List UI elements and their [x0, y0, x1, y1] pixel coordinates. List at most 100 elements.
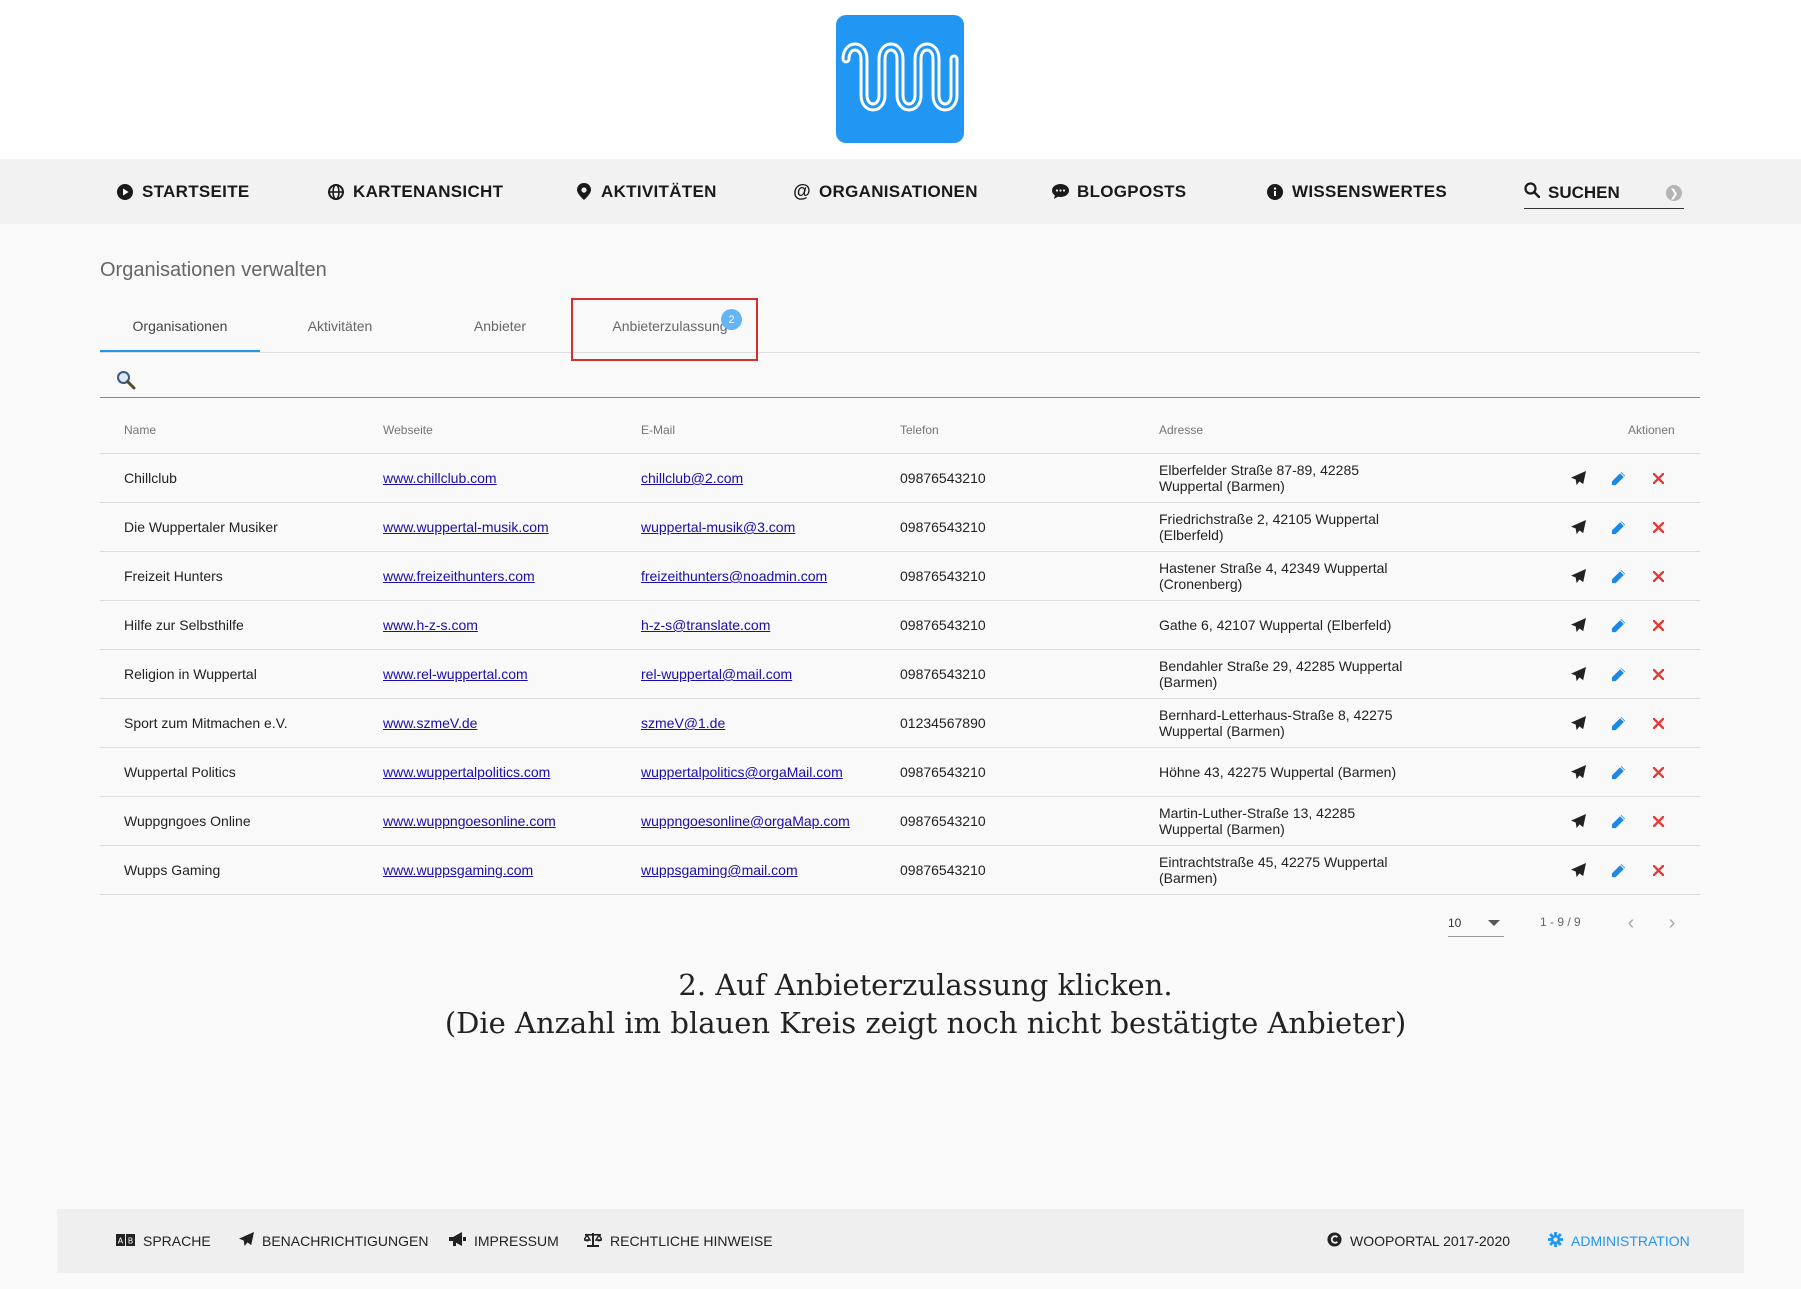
- org-address: Bendahler Straße 29, 42285 Wuppertal (Ba…: [1159, 658, 1403, 690]
- svg-text:B: B: [128, 1237, 134, 1246]
- send-message-icon[interactable]: [1569, 469, 1587, 487]
- org-email-link[interactable]: wuppertal-musik@3.com: [641, 519, 795, 535]
- page-size-value: 10: [1448, 916, 1462, 930]
- send-message-icon[interactable]: [1569, 665, 1587, 683]
- nav-startseite[interactable]: STARTSEITE: [116, 159, 250, 224]
- org-email-link[interactable]: wuppsgaming@mail.com: [641, 862, 798, 878]
- org-email-link[interactable]: rel-wuppertal@mail.com: [641, 666, 792, 682]
- footer-rechtliche-hinweise[interactable]: RECHTLICHE HINWEISE: [582, 1209, 773, 1273]
- nav-wissenswertes[interactable]: WISSENSWERTES: [1266, 159, 1447, 224]
- table-header: Name Webseite E-Mail Telefon Adresse Akt…: [100, 407, 1700, 454]
- footer-impressum[interactable]: IMPRESSUM: [449, 1209, 559, 1273]
- send-message-icon[interactable]: [1569, 763, 1587, 781]
- delete-close-icon[interactable]: [1649, 567, 1667, 585]
- edit-pencil-icon[interactable]: [1609, 518, 1627, 536]
- delete-close-icon[interactable]: [1649, 714, 1667, 732]
- send-message-icon[interactable]: [1569, 861, 1587, 879]
- copyright-icon: [1327, 1232, 1342, 1250]
- send-message-icon[interactable]: [1569, 567, 1587, 585]
- org-email-cell: chillclub@2.com: [641, 454, 743, 502]
- nav-search[interactable]: SUCHEN ❯: [1524, 177, 1684, 209]
- org-website-link[interactable]: www.wuppsgaming.com: [383, 862, 533, 878]
- search-label: SUCHEN: [1548, 182, 1620, 202]
- org-name: Religion in Wuppertal: [124, 666, 257, 682]
- org-email-link[interactable]: chillclub@2.com: [641, 470, 743, 486]
- edit-pencil-icon[interactable]: [1609, 714, 1627, 732]
- send-message-icon[interactable]: [1569, 812, 1587, 830]
- delete-close-icon[interactable]: [1649, 812, 1667, 830]
- footer-label: SPRACHE: [143, 1233, 211, 1249]
- org-email-cell: rel-wuppertal@mail.com: [641, 650, 792, 698]
- search-submit-icon[interactable]: ❯: [1666, 185, 1682, 201]
- footer-sprache[interactable]: AB SPRACHE: [116, 1209, 211, 1273]
- org-email-link[interactable]: szmeV@1.de: [641, 715, 725, 731]
- org-website-link[interactable]: www.rel-wuppertal.com: [383, 666, 528, 682]
- delete-close-icon[interactable]: [1649, 763, 1667, 781]
- delete-close-icon[interactable]: [1649, 665, 1667, 683]
- table-row: Wuppertal Politics www.wuppertalpolitics.…: [100, 748, 1700, 797]
- nav-organisationen[interactable]: @ ORGANISATIONEN: [793, 159, 978, 224]
- nav-blogposts[interactable]: BLOGPOSTS: [1051, 159, 1186, 224]
- edit-pencil-icon[interactable]: [1609, 763, 1627, 781]
- org-email-cell: wuppngoesonline@orgaMap.com: [641, 797, 850, 845]
- table-filter[interactable]: [100, 364, 1700, 398]
- delete-close-icon[interactable]: [1649, 616, 1667, 634]
- org-name: Wupps Gaming: [124, 862, 221, 878]
- page-size-select[interactable]: 10: [1448, 910, 1504, 937]
- org-email-link[interactable]: wuppertalpolitics@orgaMail.com: [641, 764, 843, 780]
- org-website-link[interactable]: www.wuppngoesonline.com: [383, 813, 556, 829]
- tab-aktivitaeten[interactable]: Aktivitäten: [260, 301, 420, 351]
- tab-organisationen[interactable]: Organisationen: [100, 301, 260, 352]
- col-name[interactable]: Name: [124, 407, 156, 453]
- col-website[interactable]: Webseite: [383, 407, 433, 453]
- wooportal-logo[interactable]: [836, 15, 964, 143]
- edit-pencil-icon[interactable]: [1609, 861, 1627, 879]
- edit-pencil-icon[interactable]: [1609, 567, 1627, 585]
- header: [0, 0, 1801, 159]
- footer-benachrichtigungen[interactable]: BENACHRICHTIGUNGEN: [239, 1209, 428, 1273]
- org-name: Hilfe zur Selbsthilfe: [124, 617, 244, 633]
- edit-pencil-icon[interactable]: [1609, 469, 1627, 487]
- edit-pencil-icon[interactable]: [1609, 812, 1627, 830]
- col-address[interactable]: Adresse: [1159, 407, 1203, 453]
- org-email-link[interactable]: freizeithunters@noadmin.com: [641, 568, 827, 584]
- org-address: Bernhard-Letterhaus-Straße 8, 42275 Wupp…: [1159, 707, 1393, 739]
- nav-label: ORGANISATIONEN: [819, 181, 978, 201]
- org-website-link[interactable]: www.freizeithunters.com: [383, 568, 535, 584]
- globe-icon: [327, 183, 345, 201]
- delete-close-icon[interactable]: [1649, 469, 1667, 487]
- org-email-link[interactable]: wuppngoesonline@orgaMap.com: [641, 813, 850, 829]
- delete-close-icon[interactable]: [1649, 518, 1667, 536]
- send-message-icon[interactable]: [1569, 518, 1587, 536]
- gear-icon: [1548, 1232, 1563, 1250]
- table-row: Hilfe zur Selbsthilfe www.h-z-s.com h-z-s@…: [100, 601, 1700, 650]
- delete-close-icon[interactable]: [1649, 861, 1667, 879]
- instruction-caption-line2: (Die Anzahl im blauen Kreis zeigt noch n…: [444, 1006, 1407, 1040]
- org-website-cell: www.wuppngoesonline.com: [383, 797, 556, 845]
- col-phone[interactable]: Telefon: [900, 407, 939, 453]
- table-row: Sport zum Mitmachen e.V. www.szmeV.de szme…: [100, 699, 1700, 748]
- prev-page-button[interactable]: ‹: [1621, 912, 1641, 934]
- send-message-icon[interactable]: [1569, 616, 1587, 634]
- org-website-cell: www.h-z-s.com: [383, 601, 478, 649]
- org-website-link[interactable]: www.chillclub.com: [383, 470, 497, 486]
- col-actions: Aktionen: [1628, 423, 1675, 437]
- tab-anbieter[interactable]: Anbieter: [420, 301, 580, 351]
- edit-pencil-icon[interactable]: [1609, 665, 1627, 683]
- col-email[interactable]: E-Mail: [641, 407, 675, 453]
- org-website-link[interactable]: www.wuppertalpolitics.com: [383, 764, 550, 780]
- org-website-link[interactable]: www.wuppertal-musik.com: [383, 519, 549, 535]
- org-address: Gathe 6, 42107 Wuppertal (Elberfeld): [1159, 617, 1392, 633]
- org-website-link[interactable]: www.szmeV.de: [383, 715, 477, 731]
- send-message-icon[interactable]: [1569, 714, 1587, 732]
- nav-kartenansicht[interactable]: KARTENANSICHT: [327, 159, 503, 224]
- org-email-link[interactable]: h-z-s@translate.com: [641, 617, 770, 633]
- org-phone: 09876543210: [900, 568, 986, 584]
- tab-anbieterzulassung[interactable]: Anbieterzulassung 2: [590, 301, 750, 351]
- org-website-link[interactable]: www.h-z-s.com: [383, 617, 478, 633]
- nav-aktivitaeten[interactable]: AKTIVITÄTEN: [575, 159, 717, 224]
- edit-pencil-icon[interactable]: [1609, 616, 1627, 634]
- table-row: Wuppgngoes Online www.wuppngoesonline.com…: [100, 797, 1700, 846]
- footer-administration[interactable]: ADMINISTRATION: [1548, 1209, 1690, 1273]
- next-page-button[interactable]: ›: [1662, 912, 1682, 934]
